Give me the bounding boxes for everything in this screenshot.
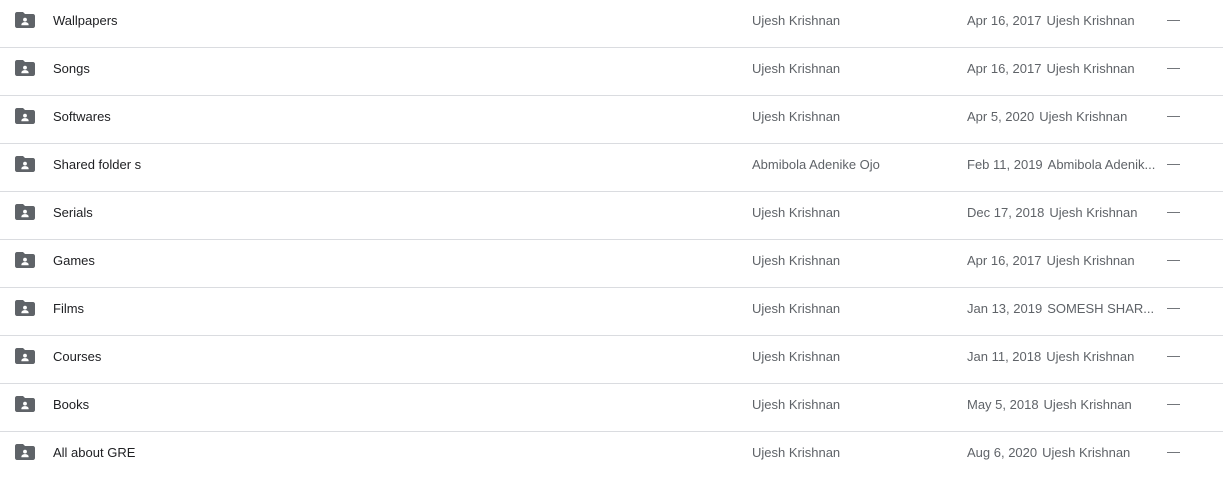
modified-by: SOMESH SHAR... (1047, 301, 1155, 316)
file-row[interactable]: Films Ujesh Krishnan Jan 13, 2019 SOMESH SH… (0, 288, 1223, 336)
file-name: Wallpapers (53, 13, 118, 28)
file-owner: Ujesh Krishnan (752, 445, 841, 460)
file-name: Softwares (53, 109, 111, 124)
last-modified: Dec 17, 2018 Ujesh Krishnan (967, 205, 1157, 220)
shared-folder-icon (15, 60, 35, 76)
modified-date: Jan 11, 2018 (967, 349, 1042, 364)
modified-date: Apr 16, 2017 (967, 253, 1042, 268)
file-size: — (1167, 252, 1180, 267)
file-row[interactable]: Songs Ujesh Krishnan Apr 16, 2017 Ujesh Kri… (0, 48, 1223, 96)
file-owner: Ujesh Krishnan (752, 13, 841, 28)
file-owner: Ujesh Krishnan (752, 349, 841, 364)
file-row[interactable]: All about GRE Ujesh Krishnan Aug 6, 2020 Uj… (0, 432, 1223, 479)
shared-folder-icon (15, 300, 35, 316)
file-owner: Ujesh Krishnan (752, 253, 841, 268)
file-owner: Ujesh Krishnan (752, 109, 841, 124)
last-modified: Jan 13, 2019 SOMESH SHAR... (967, 301, 1157, 316)
shared-folder-icon (15, 156, 35, 172)
file-row[interactable]: Books Ujesh Krishnan May 5, 2018 Ujesh Kris… (0, 384, 1223, 432)
last-modified: Aug 6, 2020 Ujesh Krishnan (967, 445, 1157, 460)
shared-folder-icon (15, 348, 35, 364)
modified-date: Jan 13, 2019 (967, 301, 1043, 316)
file-name: Games (53, 253, 95, 268)
file-owner: Ujesh Krishnan (752, 205, 841, 220)
modified-by: Abmibola Adenik... (1047, 157, 1156, 172)
modified-by: Ujesh Krishnan (1046, 349, 1135, 364)
file-size: — (1167, 348, 1180, 363)
file-size: — (1167, 156, 1180, 171)
file-size: — (1167, 204, 1180, 219)
file-owner: Ujesh Krishnan (752, 61, 841, 76)
file-row[interactable]: Softwares Ujesh Krishnan Apr 5, 2020 Ujesh … (0, 96, 1223, 144)
modified-date: Apr 5, 2020 (967, 109, 1035, 124)
file-size: — (1167, 300, 1180, 315)
modified-date: Dec 17, 2018 (967, 205, 1045, 220)
file-name: Films (53, 301, 85, 316)
modified-date: Apr 16, 2017 (967, 13, 1042, 28)
file-size: — (1167, 108, 1180, 123)
modified-by: Ujesh Krishnan (1042, 445, 1131, 460)
shared-folder-icon (15, 204, 35, 220)
modified-by: Ujesh Krishnan (1046, 13, 1135, 28)
file-name: Serials (53, 205, 93, 220)
shared-folder-icon (15, 396, 35, 412)
last-modified: Jan 11, 2018 Ujesh Krishnan (967, 349, 1157, 364)
file-size: — (1167, 12, 1180, 27)
file-name: Books (53, 397, 90, 412)
modified-by: Ujesh Krishnan (1043, 397, 1132, 412)
file-name: Courses (53, 349, 102, 364)
file-list: Wallpapers Ujesh Krishnan Apr 16, 2017 Ujes… (0, 0, 1223, 479)
file-owner: Abmibola Adenike Ojo (752, 157, 880, 172)
modified-date: Aug 6, 2020 (967, 445, 1038, 460)
modified-by: Ujesh Krishnan (1049, 205, 1138, 220)
last-modified: May 5, 2018 Ujesh Krishnan (967, 397, 1157, 412)
modified-by: Ujesh Krishnan (1046, 253, 1135, 268)
file-owner: Ujesh Krishnan (752, 397, 841, 412)
file-name: Shared folder s (53, 157, 142, 172)
shared-folder-icon (15, 444, 35, 460)
modified-date: Feb 11, 2019 (967, 157, 1043, 172)
last-modified: Apr 5, 2020 Ujesh Krishnan (967, 109, 1157, 124)
file-size: — (1167, 444, 1180, 459)
file-row[interactable]: Courses Ujesh Krishnan Jan 11, 2018 Ujesh K… (0, 336, 1223, 384)
shared-folder-icon (15, 12, 35, 28)
modified-date: May 5, 2018 (967, 397, 1039, 412)
modified-date: Apr 16, 2017 (967, 61, 1042, 76)
file-row[interactable]: Serials Ujesh Krishnan Dec 17, 2018 Ujesh K… (0, 192, 1223, 240)
file-row[interactable]: Wallpapers Ujesh Krishnan Apr 16, 2017 Ujes… (0, 0, 1223, 48)
modified-by: Ujesh Krishnan (1039, 109, 1128, 124)
last-modified: Apr 16, 2017 Ujesh Krishnan (967, 253, 1157, 268)
file-row[interactable]: Games Ujesh Krishnan Apr 16, 2017 Ujesh Kri… (0, 240, 1223, 288)
file-name: All about GRE (53, 445, 136, 460)
file-owner: Ujesh Krishnan (752, 301, 841, 316)
modified-by: Ujesh Krishnan (1046, 61, 1135, 76)
shared-folder-icon (15, 252, 35, 268)
last-modified: Apr 16, 2017 Ujesh Krishnan (967, 13, 1157, 28)
file-name: Songs (53, 61, 90, 76)
file-size: — (1167, 396, 1180, 411)
file-size: — (1167, 60, 1180, 75)
last-modified: Feb 11, 2019 Abmibola Adenik... (967, 157, 1157, 172)
file-row[interactable]: Shared folder s Abmibola Adenike Ojo Feb 1… (0, 144, 1223, 192)
last-modified: Apr 16, 2017 Ujesh Krishnan (967, 61, 1157, 76)
shared-folder-icon (15, 108, 35, 124)
